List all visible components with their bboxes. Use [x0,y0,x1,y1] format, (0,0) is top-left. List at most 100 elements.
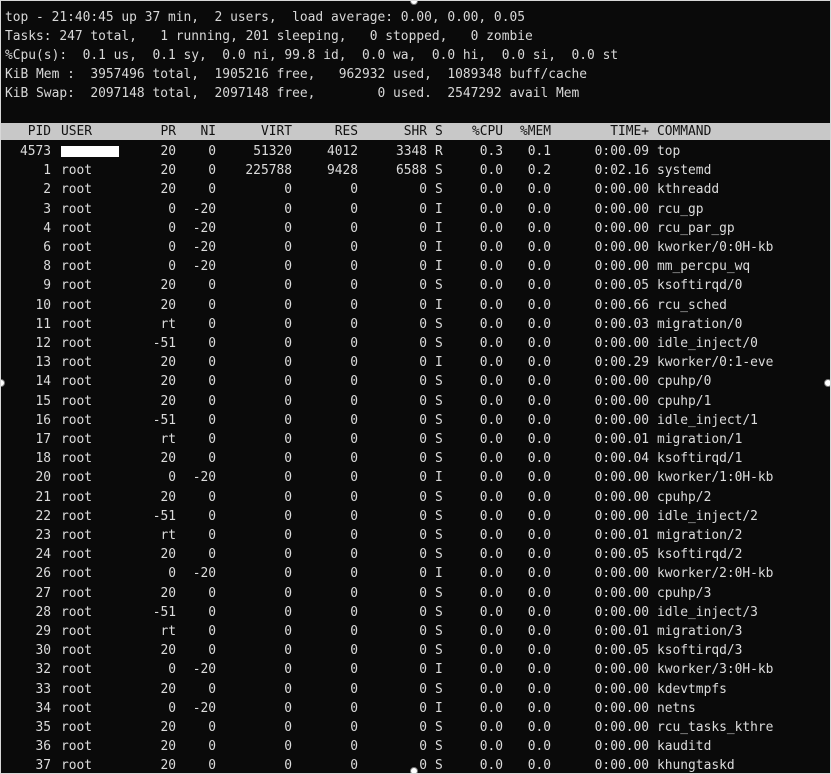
process-user: root [61,316,93,332]
process-row[interactable]: 22 root -51 0 0 0 0 S 0.0 0.0 0:00.00 idle_inject/2 [1,507,830,526]
process-nice: 0 [208,643,216,659]
process-virt: 0 [284,547,292,563]
process-res: 4012 [326,144,358,159]
process-user: root [61,470,93,486]
column-header-command[interactable]: COMMAND [657,123,830,140]
process-state: S [435,316,443,332]
process-command: mm_percpu_wq [657,259,751,275]
process-row[interactable]: 16 root -51 0 0 0 0 S 0.0 0.0 0:00.00 idle_inject/1 [1,411,830,430]
process-row[interactable]: 33 root 20 0 0 0 0 S 0.0 0.0 0:00.00 kdevtmpfs [1,680,830,699]
process-row[interactable]: 26 root 0 -20 0 0 0 I 0.0 0.0 0:00.00 kworker/2:0H-… [1,564,830,583]
process-row[interactable]: 27 root 20 0 0 0 0 S 0.0 0.0 0:00.00 cpuhp/3 [1,584,830,603]
column-header-mem[interactable]: %MEM [503,123,551,140]
process-nice: 0 [208,278,216,294]
process-row[interactable]: 18 root 20 0 0 0 0 S 0.0 0.0 0:00.04 ksoftirqd/1 [1,449,830,468]
process-cpu: 0.0 [479,489,503,505]
process-row[interactable]: 20 root 0 -20 0 0 0 I 0.0 0.0 0:00.00 kworker/1:0H-… [1,468,830,487]
process-row[interactable]: 4573 20 0 51320 4012 3348 R 0.3 0.1 0:00.09 top [1,142,830,161]
process-row[interactable]: 11 root rt 0 0 0 0 S 0.0 0.0 0:00.03 migration/0 [1,315,830,334]
process-res: 0 [350,470,358,486]
process-row[interactable]: 3 root 0 -20 0 0 0 I 0.0 0.0 0:00.00 rcu_gp [1,200,830,219]
process-nice: 0 [208,624,216,639]
process-time: 0:00.00 [594,201,649,217]
process-time: 0:00.00 [594,220,649,236]
process-row[interactable]: 29 root rt 0 0 0 0 S 0.0 0.0 0:00.01 migration/3 [1,622,830,641]
process-state: S [435,585,443,601]
process-row[interactable]: 28 root -51 0 0 0 0 S 0.0 0.0 0:00.00 idle_inject/3 [1,603,830,622]
process-row[interactable]: 32 root 0 -20 0 0 0 I 0.0 0.0 0:00.00 kworker/3:0H-… [1,660,830,679]
process-user: root [61,489,93,505]
process-row[interactable]: 6 root 0 -20 0 0 0 I 0.0 0.0 0:00.00 kworker/0:0H-k… [1,238,830,257]
process-res: 0 [350,316,358,332]
process-cpu: 0.0 [479,355,503,371]
process-row[interactable]: 9 root 20 0 0 0 0 S 0.0 0.0 0:00.05 ksoftirqd/0 [1,276,830,295]
process-row[interactable]: 36 root 20 0 0 0 0 S 0.0 0.0 0:00.00 kauditd [1,737,830,756]
process-res: 9428 [326,163,358,179]
process-row[interactable]: 17 root rt 0 0 0 0 S 0.0 0.0 0:00.01 migration/1 [1,430,830,449]
process-mem: 0.0 [527,739,551,755]
process-row[interactable]: 21 root 20 0 0 0 0 S 0.0 0.0 0:00.00 cpuhp/2 [1,488,830,507]
process-user: root [61,240,93,255]
process-row[interactable]: 14 root 20 0 0 0 0 S 0.0 0.0 0:00.00 cpuhp/0 [1,372,830,391]
process-mem: 0.0 [527,528,551,543]
process-cpu: 0.0 [479,547,503,563]
resize-handle-bottom[interactable] [410,767,418,773]
process-pid: 11 [35,316,51,332]
process-nice: 0 [208,412,216,428]
process-row[interactable]: 12 root -51 0 0 0 0 S 0.0 0.0 0:00.00 idle_inject/0 [1,334,830,353]
process-user: root [61,528,93,543]
column-header-cpu[interactable]: %CPU [451,123,503,140]
process-row[interactable]: 30 root 20 0 0 0 0 S 0.0 0.0 0:00.05 ksoftirqd/3 [1,641,830,660]
column-header-pr[interactable]: PR [131,123,176,140]
column-header-res[interactable]: RES [292,123,358,140]
process-state: S [435,374,443,390]
process-command: ksoftirqd/0 [657,278,743,294]
process-res: 0 [350,412,358,428]
process-res: 0 [350,432,358,447]
process-time: 0:00.04 [594,451,649,467]
process-pid: 33 [35,681,51,697]
process-time: 0:00.00 [594,758,649,774]
process-shr: 0 [419,278,427,294]
process-row[interactable]: 24 root 20 0 0 0 0 S 0.0 0.0 0:00.05 ksoftirqd/2 [1,545,830,564]
process-row[interactable]: 8 root 0 -20 0 0 0 I 0.0 0.0 0:00.00 mm_percpu_wq [1,257,830,276]
process-nice: 0 [208,681,216,697]
process-priority: 0 [168,566,176,582]
process-row[interactable]: 10 root 20 0 0 0 0 I 0.0 0.0 0:00.66 rcu_sched [1,296,830,315]
process-pid: 34 [35,700,51,716]
process-nice: 0 [208,144,216,159]
process-row[interactable]: 1 root 20 0 225788 9428 6588 S 0.0 0.2 0:02.16 syst… [1,161,830,180]
column-header-virt[interactable]: VIRT [216,123,292,140]
process-state: S [435,489,443,505]
column-header-state[interactable]: S [435,123,451,140]
process-time: 0:00.00 [594,259,649,275]
process-row[interactable]: 13 root 20 0 0 0 0 I 0.0 0.0 0:00.29 kworker/0:1-ev… [1,353,830,372]
terminal-window[interactable]: top - 21:40:45 up 37 min, 2 users, load … [0,0,831,774]
process-row[interactable]: 2 root 20 0 0 0 0 S 0.0 0.0 0:00.00 kthreadd [1,180,830,199]
column-header-user[interactable]: USER [61,123,131,140]
process-shr: 0 [419,220,427,236]
process-command: rcu_par_gp [657,220,735,236]
process-state: I [435,662,443,678]
process-command: kworker/0:1-eve [657,355,774,371]
process-cpu: 0.0 [479,643,503,659]
process-pid: 23 [35,528,51,543]
process-shr: 0 [419,643,427,659]
process-row[interactable]: 4 root 0 -20 0 0 0 I 0.0 0.0 0:00.00 rcu_par_gp [1,219,830,238]
process-row[interactable]: 15 root 20 0 0 0 0 S 0.0 0.0 0:00.00 cpuhp/1 [1,392,830,411]
process-row[interactable]: 23 root rt 0 0 0 0 S 0.0 0.0 0:00.01 migration/2 [1,526,830,545]
process-mem: 0.0 [527,220,551,236]
resize-handle-top[interactable] [410,1,418,5]
process-pid: 13 [35,355,51,371]
process-row[interactable]: 34 root 0 -20 0 0 0 I 0.0 0.0 0:00.00 netns [1,699,830,718]
resize-handle-right[interactable] [824,379,830,387]
process-command: rcu_tasks_kthre [657,720,774,735]
column-header-ni[interactable]: NI [176,123,216,140]
column-header-shr[interactable]: SHR [358,123,427,140]
process-virt: 0 [284,604,292,620]
process-shr: 0 [419,316,427,332]
process-nice: 0 [208,739,216,755]
column-header-pid[interactable]: PID [1,123,51,140]
column-header-time[interactable]: TIME+ [551,123,649,140]
process-row[interactable]: 35 root 20 0 0 0 0 S 0.0 0.0 0:00.00 rcu_tasks_kthr… [1,718,830,737]
